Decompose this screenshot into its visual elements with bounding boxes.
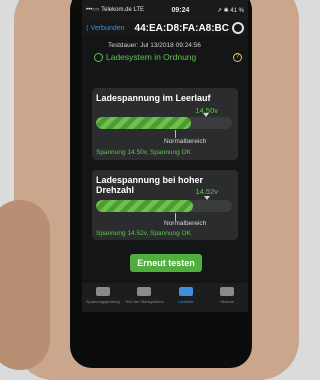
nav-bar: ⟨ Verbunden 44:EA:D8:FA:A8:BC (82, 20, 248, 36)
app-screen: •••○○ Telekom.de LTE 09:24 ↗ ✱ 41 % ⟨ Ve… (82, 0, 248, 312)
card-idle-voltage: Ladespannung im Leerlauf 14.50v Normalbe… (92, 88, 238, 160)
voltage-value: 14.52v (195, 187, 218, 196)
system-status-text: Ladesystem in Ordnung (106, 52, 197, 62)
check-circle-icon (94, 52, 103, 62)
system-status: Ladesystem in Ordnung ? (82, 49, 248, 62)
tab-label: Spannungsprüfung (85, 299, 120, 304)
normal-range-label: Normalbereich (164, 220, 207, 227)
tab-label: Ladetest (178, 299, 194, 304)
card-footer: Spannung 14.50v, Spannung OK (96, 149, 191, 156)
test-duration: Testdauer: Jul 13/2018 09:24:56 (108, 42, 201, 49)
status-bar: •••○○ Telekom.de LTE 09:24 ↗ ✱ 41 % (82, 0, 248, 20)
chart-icon (220, 287, 235, 296)
voltage-marker-icon (203, 113, 209, 117)
battery-icon (95, 287, 110, 296)
retest-button[interactable]: Erneut testen (130, 254, 202, 272)
voltage-bar-fill (96, 117, 192, 129)
voltage-marker-icon (204, 196, 210, 200)
voltage-bar-fill (96, 200, 193, 212)
clock-text: 09:24 (171, 6, 190, 14)
tab-start-system-test[interactable]: Test der Startsystems (124, 283, 166, 312)
back-button[interactable]: ⟨ Verbunden (86, 24, 125, 32)
plug-icon (178, 287, 193, 296)
voltage-bar (96, 117, 232, 129)
tab-label: Historie (220, 299, 235, 304)
card-high-rpm-voltage: Ladespannung bei hoher Drehzahl 14.52v N… (92, 170, 238, 240)
help-icon[interactable]: ? (233, 52, 242, 62)
battery-text: ↗ ✱ 41 % (216, 7, 244, 14)
normal-range-tick (175, 130, 176, 138)
card-footer: Spannung 14.52v, Spannung OK (96, 230, 191, 237)
carrier-text: •••○○ Telekom.de LTE (86, 7, 145, 13)
card-title: Ladespannung im Leerlauf (96, 93, 211, 103)
voltage-bar (96, 200, 232, 212)
normal-range-label: Normalbereich (164, 138, 207, 145)
tab-charge-test[interactable]: Ladetest (165, 283, 207, 312)
tab-history[interactable]: Historie (207, 283, 249, 312)
tab-voltage-test[interactable]: Spannungsprüfung (82, 283, 124, 312)
device-mac-title: 44:EA:D8:FA:A8:BC (134, 22, 229, 34)
tab-label: Test der Startsystems (125, 299, 164, 304)
background-hand-thumb (0, 200, 50, 370)
gear-icon[interactable] (232, 22, 244, 34)
motorcycle-icon (137, 287, 152, 296)
tab-bar: Spannungsprüfung Test der Startsystems L… (82, 283, 248, 312)
